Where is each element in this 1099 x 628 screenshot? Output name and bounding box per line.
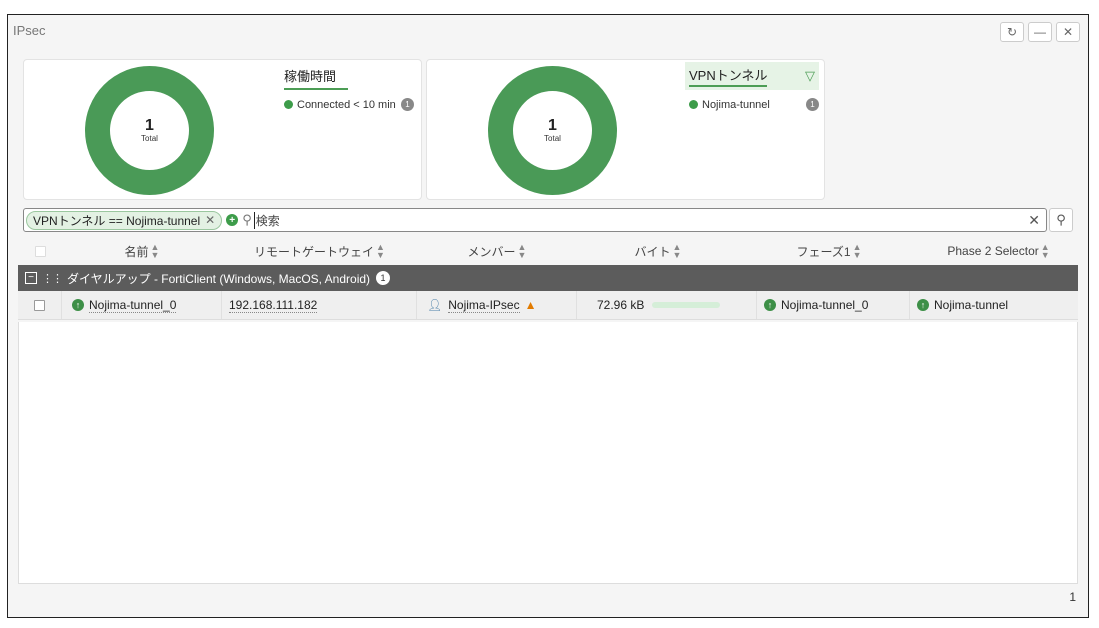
refresh-button[interactable]: ↻ <box>1000 22 1024 42</box>
warning-icon[interactable]: ▲ <box>525 298 537 312</box>
tunnel-table: 名前 ▲ ▼ リモートゲートウェイ ▲ ▼ メンバー ▲ ▼ バイト ▲ ▼ フェーズ1 ▲ ▼ P… <box>18 237 1078 320</box>
uptime-widget: 1 Total 稼働時間 Connected < 10 min 1 <box>23 59 422 200</box>
close-button[interactable]: ✕ <box>1056 22 1080 42</box>
close-icon: ✕ <box>1062 25 1074 39</box>
group-header[interactable]: − ⋮⋮ ダイヤルアップ - FortiClient (Windows, Mac… <box>18 265 1078 291</box>
cell-remote-gateway: 192.168.111.182 <box>222 291 417 319</box>
bytes-bar <box>652 302 721 308</box>
column-label: フェーズ1 <box>796 244 851 259</box>
column-label: リモートゲートウェイ <box>254 244 375 259</box>
legend-header: VPNトンネル ▽ <box>685 62 819 90</box>
pagination-page: 1 <box>1069 590 1076 604</box>
user-icon: 👤︎ <box>427 298 443 312</box>
filter-icon[interactable]: ▽ <box>805 68 815 84</box>
table-row[interactable]: ↑ Nojima-tunnel_0 192.168.111.182 👤︎ Noj… <box>18 291 1078 320</box>
filter-chip-label: VPNトンネル == Nojima-tunnel <box>33 213 201 228</box>
status-up-icon: ↑ <box>764 299 776 311</box>
sort-icon: ▲ ▼ <box>376 242 385 260</box>
sort-icon: ▲ ▼ <box>1040 242 1050 260</box>
legend-item[interactable]: Connected < 10 min 1 <box>284 98 414 111</box>
legend-item-label: Connected < 10 min <box>297 98 396 111</box>
remote-gateway-value[interactable]: 192.168.111.182 <box>229 298 318 313</box>
minimize-button[interactable]: — <box>1028 22 1052 42</box>
phase2-selector-value: Nojima-tunnel <box>934 298 1009 312</box>
refresh-icon: ↻ <box>1006 25 1018 39</box>
vpn-tunnel-donut-chart[interactable]: 1 Total <box>487 65 618 196</box>
donut-total-value: 1 <box>145 117 154 134</box>
ipsec-window: IPsec ↻ — ✕ 1 Total 稼働時間 Connected < 10 … <box>7 14 1089 618</box>
legend-title: 稼働時間 <box>284 66 348 90</box>
cell-name: ↑ Nojima-tunnel_0 <box>62 291 222 319</box>
cell-member: 👤︎ Nojima-IPsec ▲ <box>417 291 577 319</box>
minimize-icon: — <box>1034 25 1046 39</box>
legend-dot-icon <box>284 100 293 109</box>
donut-total-value: 1 <box>548 117 557 134</box>
legend-item[interactable]: Nojima-tunnel 1 <box>685 98 819 111</box>
status-up-icon: ↑ <box>72 299 84 311</box>
donut-total-label: Total <box>141 134 158 143</box>
vpn-tunnel-legend: VPNトンネル ▽ Nojima-tunnel 1 <box>685 62 819 111</box>
legend-count-badge: 1 <box>806 98 819 111</box>
select-all-cell <box>18 245 62 257</box>
column-phase1[interactable]: フェーズ1 ▲ ▼ <box>739 243 919 260</box>
column-label: バイト <box>634 244 671 259</box>
search-input[interactable]: 検索 <box>253 211 280 229</box>
filter-chip[interactable]: VPNトンネル == Nojima-tunnel ✕ <box>26 210 223 230</box>
donut-total-label: Total <box>544 134 561 143</box>
legend-item-label: Nojima-tunnel <box>702 98 770 111</box>
dialup-icon: ⋮⋮ <box>42 272 63 285</box>
column-member[interactable]: メンバー ▲ ▼ <box>417 243 577 260</box>
bytes-value: 72.96 kB <box>597 298 645 312</box>
column-label: メンバー <box>467 244 516 259</box>
tunnel-name-link[interactable]: Nojima-tunnel_0 <box>89 298 177 313</box>
window-controls: ↻ — ✕ <box>1000 22 1080 42</box>
column-name[interactable]: 名前 ▲ ▼ <box>62 243 222 260</box>
collapse-icon[interactable]: − <box>25 272 37 284</box>
row-checkbox[interactable] <box>34 299 45 311</box>
add-filter-icon[interactable]: + <box>226 214 239 226</box>
column-phase2-selector[interactable]: Phase 2 Selector ▲ ▼ <box>919 242 1078 260</box>
search-icon: ⚲ <box>1056 212 1066 227</box>
cell-phase2-selector: ↑ Nojima-tunnel <box>910 291 1078 319</box>
uptime-legend: 稼働時間 Connected < 10 min 1 <box>284 66 414 111</box>
group-label: ダイヤルアップ - FortiClient (Windows, MacOS, A… <box>67 271 371 286</box>
sort-icon: ▲ ▼ <box>852 242 862 260</box>
sort-icon: ▲ ▼ <box>517 242 527 260</box>
column-label: Phase 2 Selector <box>947 244 1039 258</box>
legend-dot-icon <box>689 100 698 109</box>
sort-icon: ▲ ▼ <box>150 242 160 260</box>
search-icon: ⚲ <box>242 212 252 227</box>
table-header: 名前 ▲ ▼ リモートゲートウェイ ▲ ▼ メンバー ▲ ▼ バイト ▲ ▼ フェーズ1 ▲ ▼ P… <box>18 237 1078 265</box>
select-all-checkbox[interactable] <box>34 245 46 257</box>
cell-phase1: ↑ Nojima-tunnel_0 <box>757 291 910 319</box>
status-up-icon: ↑ <box>917 299 929 311</box>
table-empty-area <box>18 322 1078 584</box>
uptime-donut-chart[interactable]: 1 Total <box>84 65 215 196</box>
row-select-cell <box>18 291 62 319</box>
remove-filter-icon[interactable]: ✕ <box>205 213 215 227</box>
search-bar[interactable]: VPNトンネル == Nojima-tunnel ✕ + ⚲ 検索 ✕ <box>23 208 1047 232</box>
cell-bytes: 72.96 kB <box>577 291 757 319</box>
column-bytes[interactable]: バイト ▲ ▼ <box>577 243 739 260</box>
legend-count-badge: 1 <box>401 98 414 111</box>
column-remote-gateway[interactable]: リモートゲートウェイ ▲ ▼ <box>222 243 417 260</box>
clear-search-icon[interactable]: ✕ <box>1028 212 1040 229</box>
legend-title: VPNトンネル <box>689 65 768 87</box>
search-button[interactable]: ⚲ <box>1049 208 1073 232</box>
group-count-badge: 1 <box>376 271 391 285</box>
vpn-tunnel-widget: 1 Total VPNトンネル ▽ Nojima-tunnel 1 <box>426 59 825 200</box>
window-title: IPsec <box>13 23 46 38</box>
member-value[interactable]: Nojima-IPsec <box>448 298 520 313</box>
sort-icon: ▲ ▼ <box>672 242 682 260</box>
phase1-value: Nojima-tunnel_0 <box>781 298 869 312</box>
column-label: 名前 <box>124 244 149 259</box>
